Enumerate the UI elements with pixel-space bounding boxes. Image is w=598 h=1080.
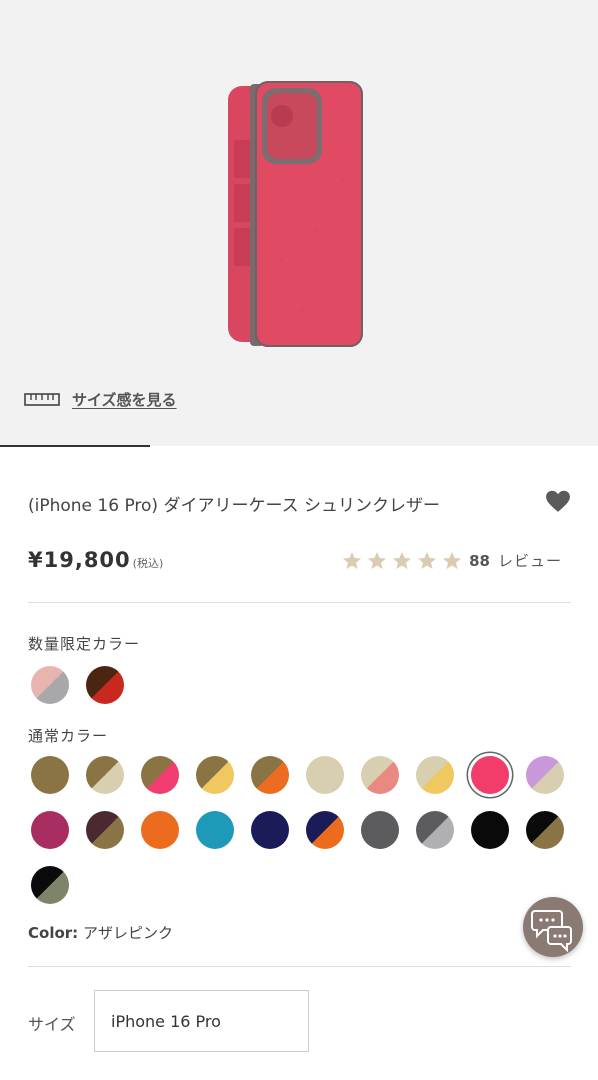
color-swatch-plum-olive[interactable] <box>86 811 124 849</box>
regular-colors-label: 通常カラー <box>28 727 109 745</box>
color-swatch-magenta[interactable] <box>31 811 69 849</box>
selected-color: Color: アザレピンク <box>28 922 173 943</box>
ruler-icon <box>24 393 60 406</box>
color-swatch-teal[interactable] <box>196 811 234 849</box>
color-swatch-azalea-pink[interactable] <box>471 756 509 794</box>
color-swatch-gray[interactable] <box>361 811 399 849</box>
product-image[interactable] <box>222 80 367 352</box>
limited-colors-label: 数量限定カラー <box>28 635 141 653</box>
price-value: ¥19,800 <box>28 548 131 572</box>
color-swatch-olive[interactable] <box>31 756 69 794</box>
color-swatch-limited-brown-red[interactable] <box>86 666 124 704</box>
color-swatch-beige[interactable] <box>306 756 344 794</box>
color-swatch-black-sage[interactable] <box>31 866 69 904</box>
color-swatch-navy-orange[interactable] <box>306 811 344 849</box>
product-title: (iPhone 16 Pro) ダイアリーケース シュリンクレザー <box>28 496 441 516</box>
size-label: サイズ <box>28 1015 76 1034</box>
color-swatch-gray-silver[interactable] <box>416 811 454 849</box>
chat-button[interactable] <box>523 897 583 957</box>
review-summary[interactable]: 88 レビュー <box>342 550 562 571</box>
color-swatch-orange[interactable] <box>141 811 179 849</box>
tax-note: (税込) <box>132 557 164 570</box>
color-swatch-black-olive[interactable] <box>526 811 564 849</box>
price: ¥19,800 (税込) <box>28 548 163 572</box>
color-swatch-beige-yellow[interactable] <box>416 756 454 794</box>
color-swatch-navy[interactable] <box>251 811 289 849</box>
star-icon <box>393 551 412 569</box>
size-guide-label[interactable]: サイズ感を見る <box>72 389 177 410</box>
size-select-value: iPhone 16 Pro <box>111 1011 221 1031</box>
image-pager-indicator <box>0 445 150 447</box>
color-swatch-olive-pink[interactable] <box>141 756 179 794</box>
selected-color-key: Color: <box>28 924 79 942</box>
size-select[interactable]: iPhone 16 Pro <box>94 990 309 1052</box>
color-swatch-lavender-beige[interactable] <box>526 756 564 794</box>
color-swatch-olive-yellow[interactable] <box>196 756 234 794</box>
color-swatch-black[interactable] <box>471 811 509 849</box>
product-image-area: サイズ感を見る <box>0 0 598 446</box>
chat-bubbles-icon <box>531 910 572 953</box>
review-label: レビュー <box>497 552 562 570</box>
color-swatch-olive-beige[interactable] <box>86 756 124 794</box>
product-title-row: (iPhone 16 Pro) ダイアリーケース シュリンクレザー <box>28 490 573 521</box>
star-icon <box>343 551 362 569</box>
star-icon <box>368 551 387 569</box>
selected-color-value: アザレピンク <box>82 924 173 942</box>
divider <box>28 966 571 967</box>
color-swatch-beige-coral[interactable] <box>361 756 399 794</box>
rating-stars <box>342 551 467 571</box>
favorite-heart-icon[interactable] <box>545 489 571 513</box>
color-swatch-limited-pink-gray[interactable] <box>31 666 69 704</box>
review-count: 88 <box>469 551 490 570</box>
color-swatch-olive-orange[interactable] <box>251 756 289 794</box>
divider <box>28 602 571 603</box>
size-guide-link[interactable]: サイズ感を見る <box>24 389 177 410</box>
star-icon <box>418 551 437 569</box>
star-icon <box>443 551 462 569</box>
